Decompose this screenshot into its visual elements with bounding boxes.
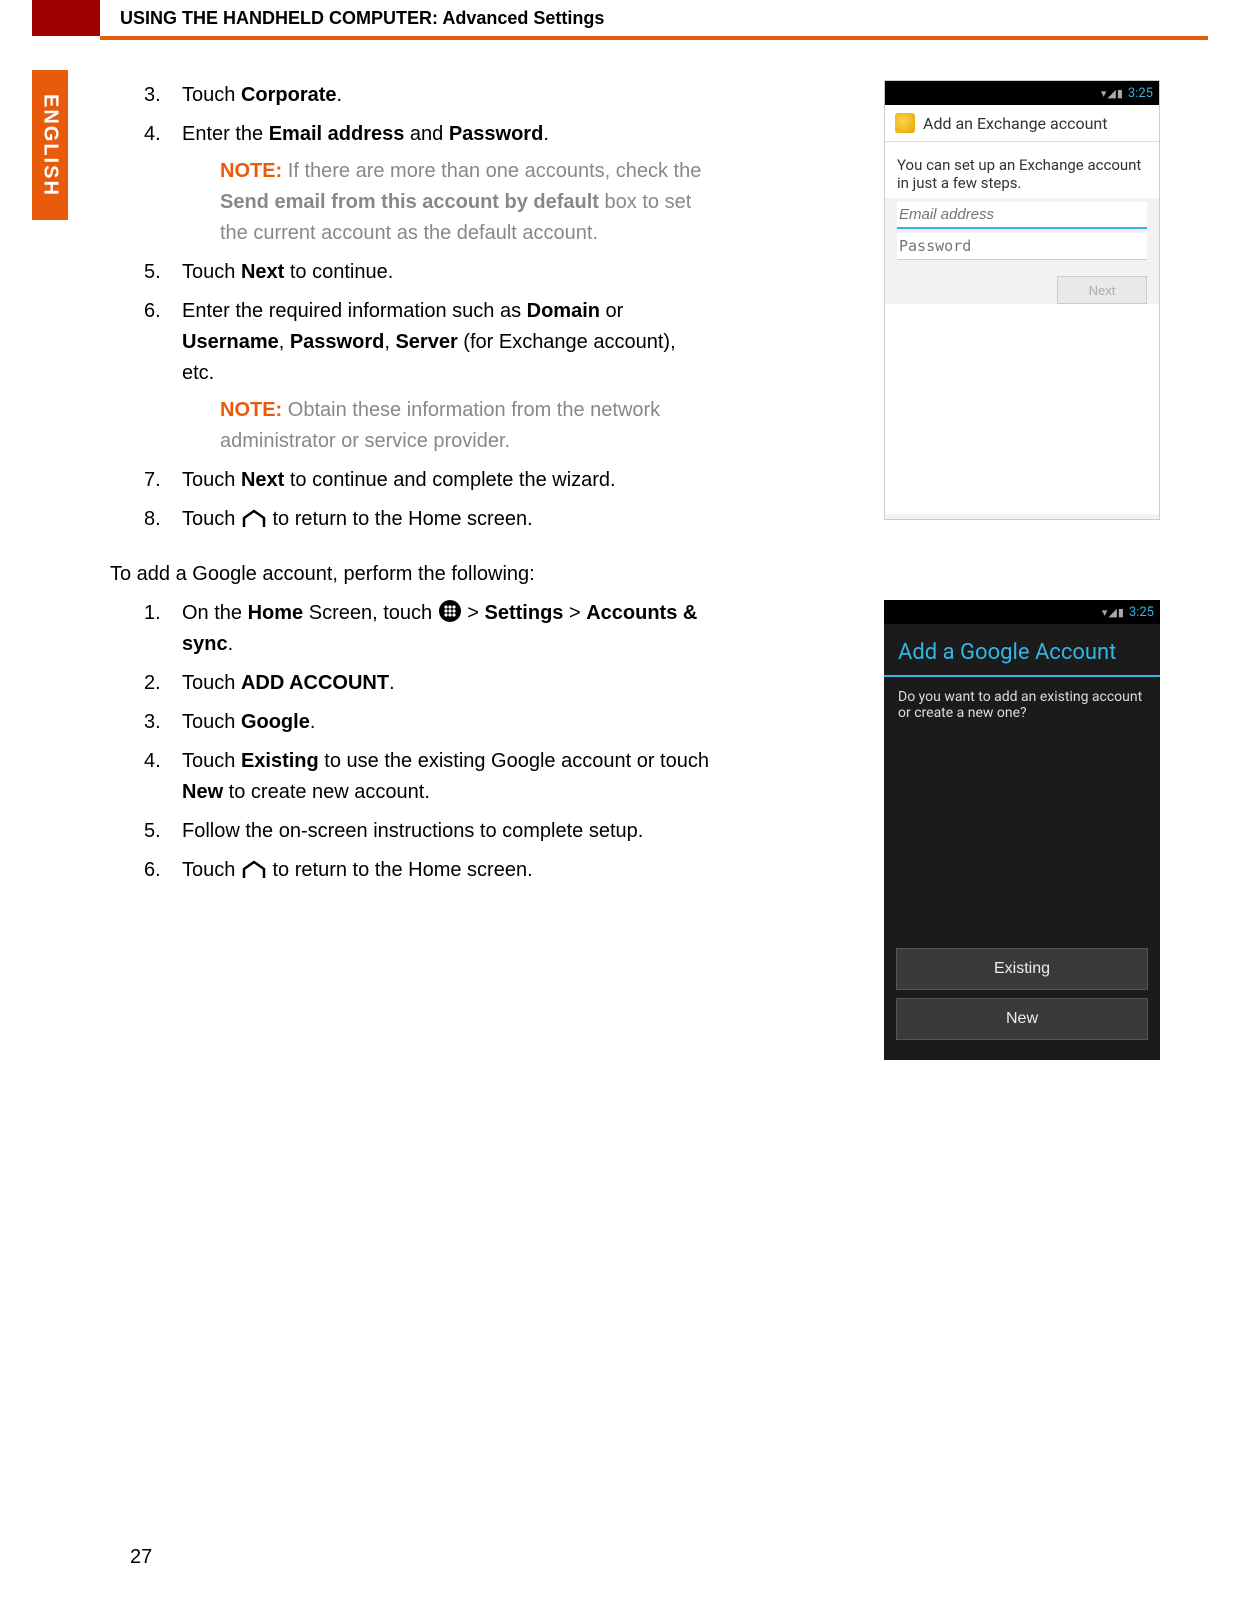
list-item: 3. Touch Corporate. [130, 80, 710, 111]
status-bar: ▾◢▮ 3:25 [884, 600, 1160, 624]
step-text: Touch Next to continue. [182, 261, 393, 283]
list-item: 1. On the Home Screen, touch > Settings >… [130, 598, 710, 660]
list-item: 7. Touch Next to continue and complete th… [130, 465, 710, 496]
step-text: Touch to return to the Home screen. [182, 859, 533, 881]
wifi-signal-battery-icons: ▾◢▮ [1102, 606, 1125, 619]
step-number: 4. [144, 746, 161, 777]
step-number: 5. [144, 257, 161, 288]
header-title: USING THE HANDHELD COMPUTER: Advanced Se… [120, 8, 604, 29]
header: USING THE HANDHELD COMPUTER: Advanced Se… [100, 0, 604, 36]
steps-google: 1. On the Home Screen, touch > Settings >… [130, 598, 710, 886]
step-number: 7. [144, 465, 161, 496]
header-rule [100, 36, 1208, 40]
step-text: Touch ADD ACCOUNT. [182, 672, 395, 694]
list-item: 6. Touch to return to the Home screen. [130, 855, 710, 886]
language-tab: ENGLISH [32, 70, 68, 220]
steps-exchange: 3. Touch Corporate. 4. Enter the Email addr… [130, 80, 710, 535]
apps-icon [438, 599, 462, 623]
google-intro: To add a Google account, perform the fol… [110, 563, 710, 586]
step-text: Touch Existing to use the existing Googl… [182, 750, 709, 803]
google-title: Add a Google Account [884, 624, 1160, 677]
note-body: Obtain these information from the networ… [220, 399, 660, 452]
exchange-title: Add an Exchange account [923, 114, 1107, 133]
email-field[interactable] [897, 202, 1147, 229]
list-item: 8. Touch to return to the Home screen. [130, 504, 710, 535]
list-item: 2. Touch ADD ACCOUNT. [130, 668, 710, 699]
step-text: Follow the on-screen instructions to com… [182, 820, 643, 842]
list-item: 5. Touch Next to continue. [130, 257, 710, 288]
exchange-blurb: You can set up an Exchange account in ju… [885, 142, 1159, 198]
home-icon [241, 509, 267, 529]
screenshot-exchange: ▾◢▮ 3:25 Add an Exchange account You can… [884, 80, 1160, 520]
list-item: 5. Follow the on-screen instructions to c… [130, 816, 710, 847]
list-item: 4. Enter the Email address and Password. N… [130, 119, 710, 249]
step-number: 5. [144, 816, 161, 847]
note: NOTE: Obtain these information from the … [220, 395, 710, 457]
note-label: NOTE: [220, 399, 282, 421]
step-number: 1. [144, 598, 161, 629]
step-number: 4. [144, 119, 161, 150]
list-item: 6. Enter the required information such as… [130, 296, 710, 457]
note: NOTE: If there are more than one account… [220, 156, 710, 249]
step-text: Touch Next to continue and complete the … [182, 469, 616, 491]
status-time: 3:25 [1128, 86, 1153, 101]
exchange-icon [895, 113, 915, 133]
wifi-signal-battery-icons: ▾◢▮ [1101, 87, 1124, 100]
step-number: 2. [144, 668, 161, 699]
step-number: 8. [144, 504, 161, 535]
status-bar: ▾◢▮ 3:25 [885, 81, 1159, 105]
list-item: 3. Touch Google. [130, 707, 710, 738]
exchange-title-bar: Add an Exchange account [885, 105, 1159, 142]
existing-button[interactable]: Existing [896, 948, 1148, 990]
corner-accent [32, 0, 100, 36]
step-number: 3. [144, 707, 161, 738]
step-number: 3. [144, 80, 161, 111]
page-number: 27 [130, 1546, 152, 1569]
home-icon [241, 860, 267, 880]
note-body: If there are more than one accounts, che… [220, 160, 701, 244]
step-text: Touch to return to the Home screen. [182, 508, 533, 530]
step-number: 6. [144, 296, 161, 327]
step-text: On the Home Screen, touch > Settings > A… [182, 602, 697, 655]
step-number: 6. [144, 855, 161, 886]
list-item: 4. Touch Existing to use the existing Goo… [130, 746, 710, 808]
password-field[interactable] [897, 233, 1147, 260]
step-text: Enter the required information such as D… [182, 300, 676, 384]
next-button[interactable]: Next [1057, 276, 1147, 304]
note-label: NOTE: [220, 160, 282, 182]
google-question: Do you want to add an existing account o… [884, 677, 1160, 733]
step-text: Touch Google. [182, 711, 315, 733]
new-button[interactable]: New [896, 998, 1148, 1040]
status-time: 3:25 [1129, 605, 1154, 620]
step-text: Touch Corporate. [182, 84, 342, 106]
step-text: Enter the Email address and Password. [182, 123, 549, 145]
screenshot-google: ▾◢▮ 3:25 Add a Google Account Do you wan… [884, 600, 1160, 1060]
